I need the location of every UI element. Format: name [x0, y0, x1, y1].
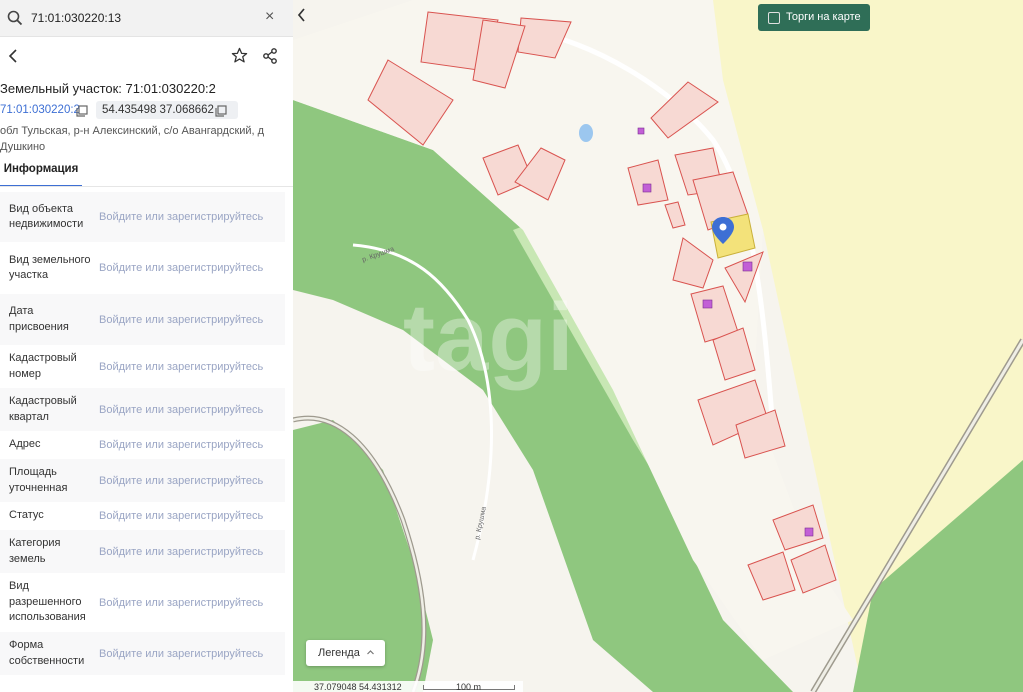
map-status-bar: 37.079048 54.431312 100 m [293, 681, 523, 692]
tab-divider [0, 186, 293, 187]
property-label: Дата присвоения [9, 305, 69, 333]
login-link[interactable]: Войдите или зарегистрируйтесь [99, 546, 263, 558]
search-icon [7, 10, 23, 31]
property-row: Дата присвоения Войдите или зарегистриру… [0, 294, 285, 345]
legend-button[interactable]: Легенда [306, 640, 385, 666]
property-row: Статус Войдите или зарегистрируйтесь [0, 502, 285, 530]
property-list: Вид объекта недвижимости Войдите или зар… [0, 192, 293, 675]
torgi-label: Торги на карте [786, 11, 861, 23]
address-text: обл Тульская, р-н Алексинский, с/о Аванг… [0, 125, 265, 153]
building [637, 127, 645, 135]
property-row: Площадь уточненная Войдите или зарегистр… [0, 459, 285, 502]
property-label: Кадастровый номер [9, 352, 77, 380]
property-row: Кадастровый квартал Войдите или зарегист… [0, 388, 285, 431]
cursor-coordinates: 37.079048 54.431312 [314, 682, 402, 692]
share-icon[interactable] [262, 48, 278, 69]
login-link[interactable]: Войдите или зарегистрируйтесь [99, 510, 263, 522]
search-bar[interactable]: 71:01:030220:13 × [0, 0, 293, 37]
login-link[interactable]: Войдите или зарегистрируйтесь [99, 597, 263, 609]
property-label: Вид объекта недвижимости [9, 202, 84, 231]
map-watermark: tagi [403, 284, 574, 391]
property-label: Площадь уточненная [9, 466, 68, 494]
property-label: Статус [9, 509, 44, 522]
property-row: Форма собственности Войдите или зарегист… [0, 632, 285, 675]
login-link[interactable]: Войдите или зарегистрируйтесь [99, 475, 263, 487]
scale-label: 100 m [456, 682, 482, 692]
login-link[interactable]: Войдите или зарегистрируйтесь [99, 211, 263, 223]
building [702, 299, 713, 309]
property-row: Вид объекта недвижимости Войдите или зар… [0, 192, 285, 242]
back-icon[interactable] [7, 48, 21, 69]
property-label: Вид разрешенного использования [9, 580, 86, 624]
property-row: Кадастровый номер Войдите или зарегистри… [0, 345, 285, 388]
copy-icon[interactable] [215, 104, 227, 122]
property-label: Кадастровый квартал [9, 395, 77, 423]
cadastral-number-link[interactable]: 71:01:030220:2 [0, 104, 80, 116]
property-label: Категория земель [9, 537, 61, 565]
login-link[interactable]: Войдите или зарегистрируйтесь [99, 439, 263, 451]
login-link[interactable]: Войдите или зарегистрируйтесь [99, 314, 263, 326]
search-input[interactable]: 71:01:030220:13 [31, 11, 121, 25]
property-row: Категория земель Войдите или зарегистрир… [0, 530, 285, 573]
legend-label: Легенда [318, 647, 360, 659]
chevron-left-icon[interactable] [295, 6, 309, 29]
building [804, 527, 814, 537]
property-label: Вид земельного участка [9, 253, 91, 282]
tab-information[interactable]: Информация [0, 163, 82, 187]
login-link[interactable]: Войдите или зарегистрируйтесь [99, 262, 263, 274]
map-view[interactable]: р. Крушма р. Крушма tagi [293, 0, 1023, 692]
building [742, 261, 753, 272]
torgi-toggle-button[interactable]: Торги на карте [758, 4, 870, 31]
building [642, 183, 652, 193]
login-link[interactable]: Войдите или зарегистрируйтесь [99, 404, 263, 416]
login-link[interactable]: Войдите или зарегистрируйтесь [99, 648, 263, 660]
page-title: Земельный участок: 71:01:030220:2 [0, 81, 216, 96]
copy-icon[interactable] [76, 104, 88, 122]
login-link[interactable]: Войдите или зарегистрируйтесь [99, 361, 263, 373]
property-row: Адрес Войдите или зарегистрируйтесь [0, 431, 285, 459]
pond [579, 124, 593, 142]
property-label: Форма собственности [9, 639, 85, 667]
sidebar: 71:01:030220:13 × Земельный участок: 71:… [0, 0, 293, 692]
property-row: Вид земельного участка Войдите или зарег… [0, 242, 285, 294]
property-row: Вид разрешенного использования Войдите и… [0, 573, 285, 632]
torgi-checkbox[interactable] [768, 12, 780, 24]
star-icon[interactable] [231, 47, 248, 69]
property-label: Адрес [9, 438, 41, 451]
close-icon[interactable]: × [265, 8, 274, 26]
chevron-up-icon [366, 648, 375, 660]
